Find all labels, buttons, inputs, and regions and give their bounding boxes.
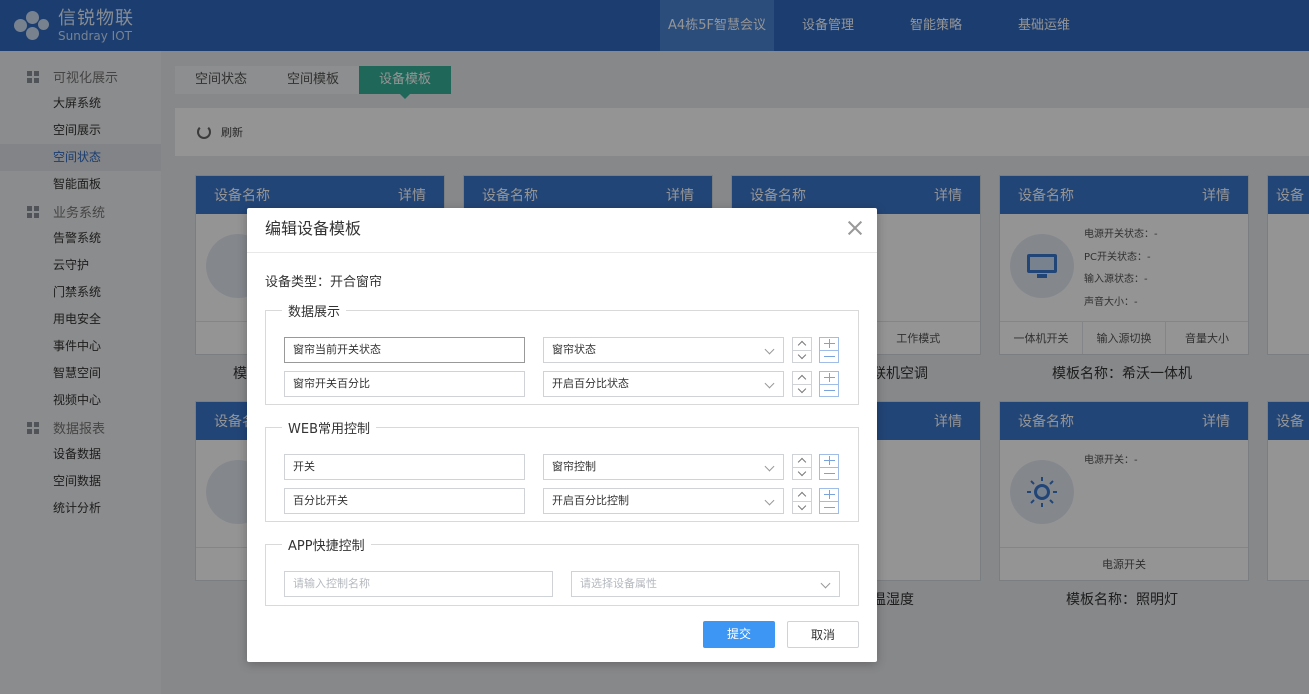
data-attr-select-1[interactable]: 窗帘状态	[543, 337, 784, 363]
minus-icon[interactable]	[820, 502, 838, 514]
plus-icon[interactable]	[820, 489, 838, 502]
add-remove-control[interactable]	[819, 337, 839, 363]
plus-icon[interactable]	[820, 338, 838, 351]
section-data-display: 数据展示 窗帘当前开关状态 窗帘状态 窗帘开关百分比 开启百分比状态	[265, 301, 859, 405]
minus-icon[interactable]	[820, 351, 838, 363]
section-app-control: APP快捷控制 请输入控制名称 请选择设备属性	[265, 535, 859, 606]
section-legend: 数据展示	[288, 305, 341, 320]
move-stepper[interactable]	[792, 454, 812, 480]
section-web-control: WEB常用控制 开关 窗帘控制 百分比开关 开启百分比控制	[265, 418, 859, 522]
close-icon[interactable]	[845, 218, 865, 238]
chevron-down-icon	[764, 461, 775, 472]
web-attr-select-1[interactable]: 窗帘控制	[543, 454, 784, 480]
plus-icon[interactable]	[820, 372, 838, 385]
minus-icon[interactable]	[820, 468, 838, 480]
cancel-button[interactable]: 取消	[787, 621, 859, 648]
web-name-input-2[interactable]: 百分比开关	[284, 488, 525, 514]
chevron-down-icon	[764, 495, 775, 506]
edit-device-template-modal: 编辑设备模板 设备类型：开合窗帘 数据展示 窗帘当前开关状态 窗帘状态 窗帘开关…	[247, 208, 877, 662]
chevron-up-icon[interactable]	[793, 455, 811, 468]
chevron-down-icon	[764, 344, 775, 355]
data-name-input-1[interactable]: 窗帘当前开关状态	[284, 337, 525, 363]
minus-icon[interactable]	[820, 385, 838, 397]
plus-icon[interactable]	[820, 455, 838, 468]
section-legend: APP快捷控制	[288, 539, 365, 554]
chevron-up-icon[interactable]	[793, 338, 811, 351]
chevron-down-icon[interactable]	[793, 468, 811, 480]
chevron-down-icon[interactable]	[793, 502, 811, 514]
chevron-down-icon[interactable]	[793, 351, 811, 363]
move-stepper[interactable]	[792, 337, 812, 363]
add-remove-control[interactable]	[819, 488, 839, 514]
add-remove-control[interactable]	[819, 371, 839, 397]
chevron-down-icon	[820, 578, 831, 589]
chevron-down-icon	[764, 378, 775, 389]
data-attr-select-2[interactable]: 开启百分比状态	[543, 371, 784, 397]
chevron-down-icon[interactable]	[793, 385, 811, 397]
web-attr-select-2[interactable]: 开启百分比控制	[543, 488, 784, 514]
submit-button[interactable]: 提交	[703, 621, 775, 648]
app-control-name-input[interactable]: 请输入控制名称	[284, 571, 553, 597]
add-remove-control[interactable]	[819, 454, 839, 480]
move-stepper[interactable]	[792, 371, 812, 397]
app-attr-select[interactable]: 请选择设备属性	[571, 571, 840, 597]
section-legend: WEB常用控制	[288, 422, 370, 437]
modal-title: 编辑设备模板	[247, 208, 877, 253]
chevron-up-icon[interactable]	[793, 489, 811, 502]
web-name-input-1[interactable]: 开关	[284, 454, 525, 480]
move-stepper[interactable]	[792, 488, 812, 514]
chevron-up-icon[interactable]	[793, 372, 811, 385]
device-type-label: 设备类型：开合窗帘	[265, 275, 383, 290]
data-name-input-2[interactable]: 窗帘开关百分比	[284, 371, 525, 397]
